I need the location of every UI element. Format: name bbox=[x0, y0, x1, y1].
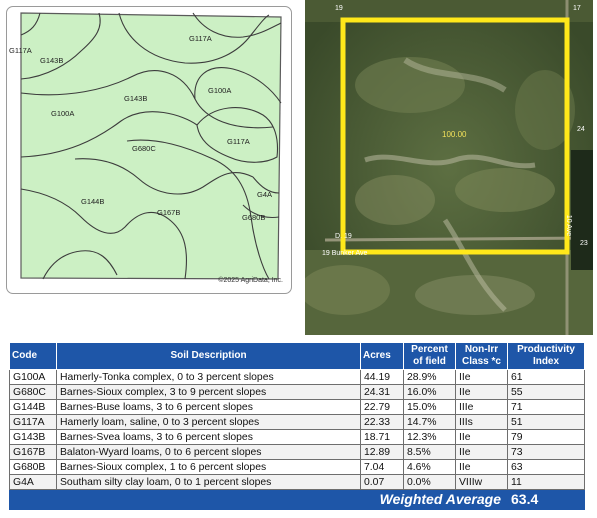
cell-acres: 12.89 bbox=[360, 444, 404, 460]
soil-label: G143B bbox=[124, 94, 148, 103]
corner-label-top-right: 17 bbox=[573, 5, 581, 12]
cell-acres: 7.04 bbox=[360, 459, 404, 475]
soil-label: G117A bbox=[189, 34, 212, 43]
cell-description: Barnes-Sioux complex, 1 to 6 percent slo… bbox=[56, 459, 361, 475]
field-acres-label: 100.00 bbox=[442, 130, 467, 139]
right-mark: 24 bbox=[577, 126, 585, 133]
cell-pi: 51 bbox=[507, 414, 585, 430]
right-mark-2: 23 bbox=[580, 240, 588, 247]
soil-label: G143B bbox=[40, 56, 64, 65]
cell-class: IIe bbox=[455, 429, 508, 445]
cell-description: Hamerly loam, saline, 0 to 3 percent slo… bbox=[56, 414, 361, 430]
cell-percent: 0.0% bbox=[403, 474, 456, 490]
corner-label-top-left: 19 bbox=[335, 5, 343, 12]
soil-label: G117A bbox=[9, 46, 32, 55]
table-row: G167B Balaton-Wyard loams, 0 to 6 percen… bbox=[9, 444, 585, 460]
cell-pi: 11 bbox=[507, 474, 585, 490]
cell-percent: 15.0% bbox=[403, 399, 456, 415]
table-row: G144B Barnes-Buse loams, 3 to 6 percent … bbox=[9, 399, 585, 415]
table-row: G143B Barnes-Svea loams, 3 to 6 percent … bbox=[9, 429, 585, 445]
table-row: G117A Hamerly loam, saline, 0 to 3 perce… bbox=[9, 414, 585, 430]
table-row: G680C Barnes-Sioux complex, 3 to 9 perce… bbox=[9, 384, 585, 400]
cell-percent: 8.5% bbox=[403, 444, 456, 460]
cell-pi: 79 bbox=[507, 429, 585, 445]
cell-description: Balaton-Wyard loams, 0 to 6 percent slop… bbox=[56, 444, 361, 460]
header-code: Code bbox=[9, 342, 57, 370]
cell-acres: 22.33 bbox=[360, 414, 404, 430]
weighted-average-label: Weighted Average bbox=[9, 489, 508, 510]
aerial-imagery bbox=[305, 0, 593, 335]
weighted-average-row: Weighted Average 63.4 bbox=[9, 489, 585, 510]
cell-acres: 0.07 bbox=[360, 474, 404, 490]
soil-table: Code Soil Description Acres Percent of f… bbox=[9, 342, 585, 510]
weighted-average-value: 63.4 bbox=[507, 489, 585, 510]
road-label-bottom: 19 Bunker Ave bbox=[322, 250, 368, 257]
cell-class: IIIs bbox=[455, 414, 508, 430]
cell-pi: 71 bbox=[507, 399, 585, 415]
soil-label: G144B bbox=[81, 197, 105, 206]
table-row: G100A Hamerly-Tonka complex, 0 to 3 perc… bbox=[9, 369, 585, 385]
map-copyright: ©2025 AgriData, Inc. bbox=[218, 277, 283, 284]
cell-code: G167B bbox=[9, 444, 57, 460]
header-description: Soil Description bbox=[56, 342, 361, 370]
table-row: G4A Southam silty clay loam, 0 to 1 perc… bbox=[9, 474, 585, 490]
cell-description: Barnes-Sioux complex, 3 to 9 percent slo… bbox=[56, 384, 361, 400]
soil-label: G100A bbox=[51, 109, 75, 118]
soil-label: G680B bbox=[242, 213, 266, 222]
road-label-right: 10 Ave bbox=[565, 214, 573, 237]
cell-acres: 18.71 bbox=[360, 429, 404, 445]
cell-code: G143B bbox=[9, 429, 57, 445]
cell-acres: 22.79 bbox=[360, 399, 404, 415]
soil-label: G167B bbox=[157, 208, 181, 217]
cell-class: IIIe bbox=[455, 399, 508, 415]
cell-class: VIIIw bbox=[455, 474, 508, 490]
header-percent: Percent of field bbox=[403, 342, 456, 370]
cell-code: G4A bbox=[9, 474, 57, 490]
cell-pi: 55 bbox=[507, 384, 585, 400]
cell-percent: 12.3% bbox=[403, 429, 456, 445]
header-class: Non-Irr Class *c bbox=[455, 342, 508, 370]
table-header-row: Code Soil Description Acres Percent of f… bbox=[9, 342, 585, 370]
cell-percent: 16.0% bbox=[403, 384, 456, 400]
cell-class: IIe bbox=[455, 444, 508, 460]
cell-percent: 14.7% bbox=[403, 414, 456, 430]
cell-acres: 44.19 bbox=[360, 369, 404, 385]
cell-class: IIe bbox=[455, 459, 508, 475]
table-row: G680B Barnes-Sioux complex, 1 to 6 perce… bbox=[9, 459, 585, 475]
cell-percent: 28.9% bbox=[403, 369, 456, 385]
cell-pi: 63 bbox=[507, 459, 585, 475]
cell-pi: 61 bbox=[507, 369, 585, 385]
cell-code: G100A bbox=[9, 369, 57, 385]
cell-description: Barnes-Svea loams, 3 to 6 percent slopes bbox=[56, 429, 361, 445]
cell-pi: 73 bbox=[507, 444, 585, 460]
cell-class: IIe bbox=[455, 384, 508, 400]
soil-map: G117A G143B G117A G100A G143B G100A G117… bbox=[6, 6, 292, 294]
cell-class: IIe bbox=[455, 369, 508, 385]
header-productivity: Productivity Index bbox=[507, 342, 585, 370]
aerial-photo: 19 17 100.00 D. 19 19 Bunker Ave 10 Ave … bbox=[305, 0, 593, 335]
soil-label: G100A bbox=[208, 86, 232, 95]
header-acres: Acres bbox=[360, 342, 404, 370]
cell-code: G680B bbox=[9, 459, 57, 475]
cell-code: G144B bbox=[9, 399, 57, 415]
soil-label: G680C bbox=[132, 144, 156, 153]
cell-description: Hamerly-Tonka complex, 0 to 3 percent sl… bbox=[56, 369, 361, 385]
cell-code: G680C bbox=[9, 384, 57, 400]
soil-label: G117A bbox=[227, 137, 250, 146]
bottom-left-text: D. 19 bbox=[335, 233, 352, 240]
cell-description: Barnes-Buse loams, 3 to 6 percent slopes bbox=[56, 399, 361, 415]
cell-code: G117A bbox=[9, 414, 57, 430]
soil-label: G4A bbox=[257, 190, 273, 199]
cell-percent: 4.6% bbox=[403, 459, 456, 475]
cell-acres: 24.31 bbox=[360, 384, 404, 400]
cell-description: Southam silty clay loam, 0 to 1 percent … bbox=[56, 474, 361, 490]
